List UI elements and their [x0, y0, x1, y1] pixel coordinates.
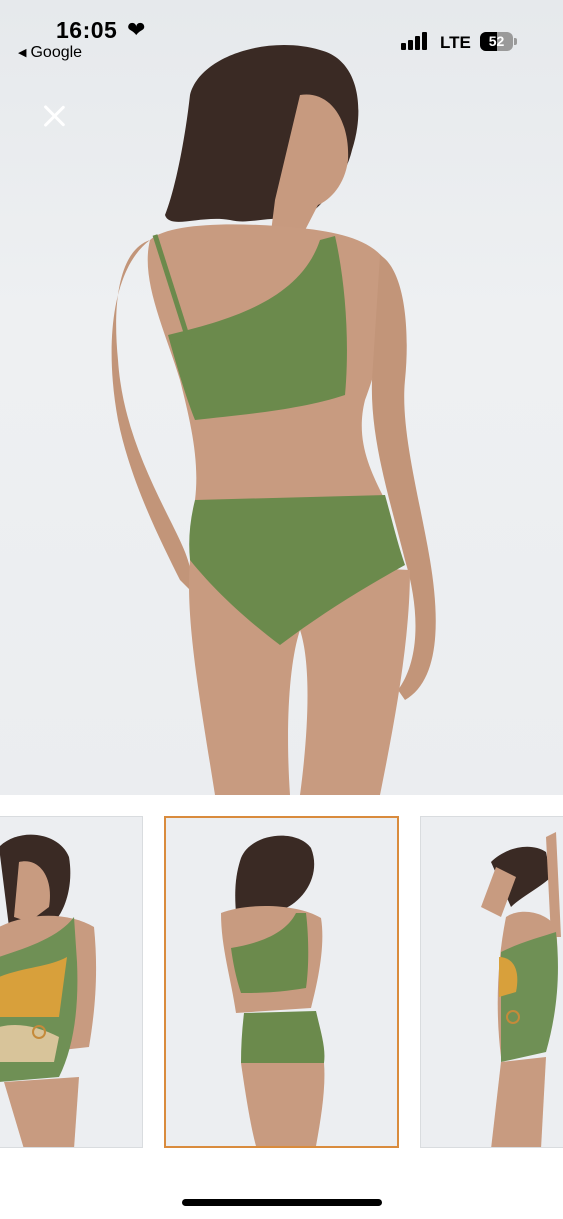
- status-bar: 16:05 ❤ ◀ Google LTE 52: [0, 0, 563, 70]
- battery-icon: 52: [480, 32, 513, 51]
- close-icon[interactable]: [38, 100, 70, 132]
- product-image-viewer[interactable]: 16:05 ❤ ◀ Google LTE 52: [0, 0, 563, 795]
- thumbnail-2-selected[interactable]: [164, 816, 399, 1148]
- battery-level: 52: [488, 33, 505, 49]
- home-indicator[interactable]: [182, 1199, 382, 1206]
- thumbnail-1[interactable]: [0, 816, 143, 1148]
- back-app-label: Google: [30, 44, 83, 61]
- heart-icon: ❤: [127, 17, 146, 42]
- cellular-signal-icon: [401, 32, 431, 50]
- back-arrow-icon: ◀: [18, 47, 27, 59]
- thumbnail-3[interactable]: [420, 816, 563, 1148]
- back-to-app-button[interactable]: ◀ Google: [18, 44, 82, 62]
- network-type: LTE: [440, 33, 471, 52]
- status-time: 16:05: [56, 17, 118, 43]
- main-product-image[interactable]: [0, 0, 563, 795]
- battery-cap: [514, 38, 517, 45]
- thumbnail-strip[interactable]: [0, 816, 563, 1150]
